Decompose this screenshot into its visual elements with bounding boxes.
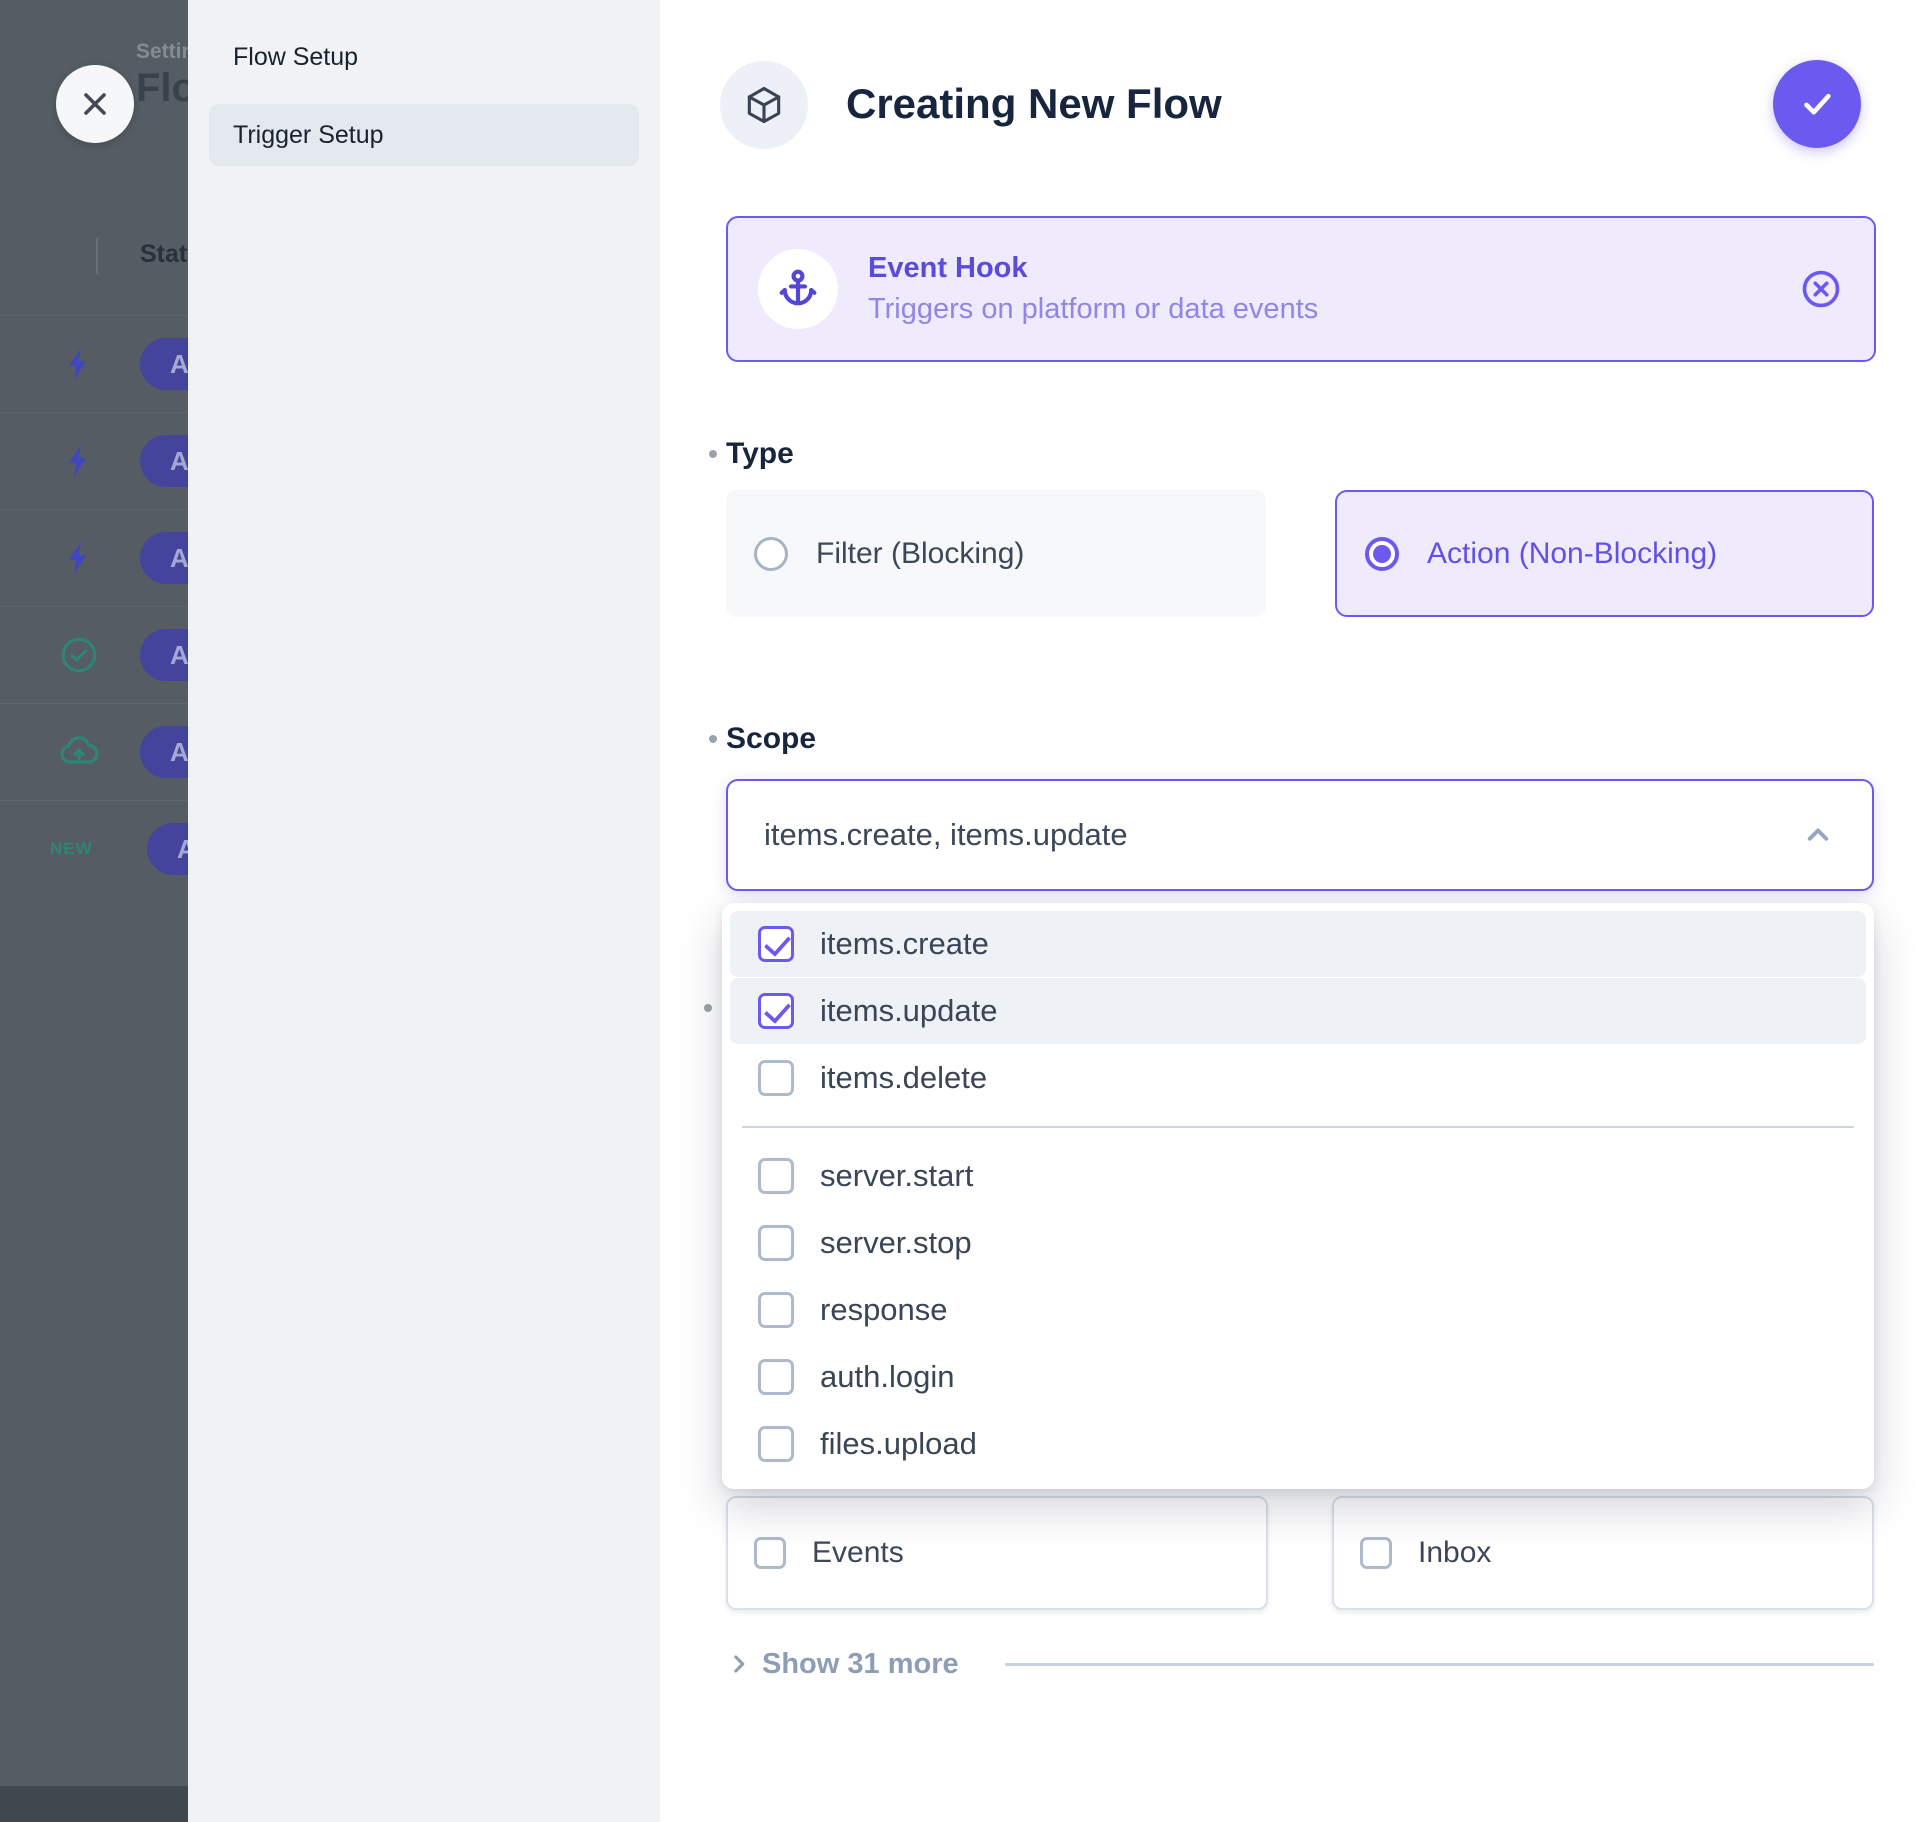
- status-badge: Acti: [140, 629, 188, 681]
- check-icon: [1796, 83, 1838, 125]
- check-circle-icon: [57, 633, 101, 677]
- trigger-icon-circle: [758, 249, 838, 329]
- checkbox-unchecked-icon[interactable]: [758, 1225, 794, 1261]
- circle-x-icon: [1798, 266, 1844, 312]
- checkbox-unchecked-icon[interactable]: [758, 1292, 794, 1328]
- dropdown-divider: [742, 1126, 1854, 1128]
- checkbox-unchecked-icon[interactable]: [758, 1426, 794, 1462]
- checkbox-unchecked-icon[interactable]: [1360, 1537, 1392, 1569]
- background-page-title: Flo: [136, 66, 188, 111]
- scope-option-files-upload[interactable]: files.upload: [730, 1411, 1866, 1477]
- show-more-row: Show 31 more: [726, 1640, 1874, 1688]
- save-button[interactable]: [1773, 60, 1861, 148]
- show-more-link[interactable]: Show 31 more: [762, 1648, 959, 1681]
- new-badge: NEW: [50, 839, 108, 859]
- checkbox-checked-icon[interactable]: [758, 926, 794, 962]
- scope-option-label: items.delete: [820, 1060, 987, 1096]
- scope-option-auth-login[interactable]: auth.login: [730, 1344, 1866, 1410]
- lightning-icon: [57, 342, 101, 386]
- scope-option-items-update[interactable]: items.update: [730, 978, 1866, 1044]
- page-title: Creating New Flow: [846, 80, 1222, 128]
- table-row: NEW Acti: [0, 800, 188, 897]
- lightning-icon: [57, 536, 101, 580]
- remove-trigger-button[interactable]: [1798, 266, 1844, 312]
- drawer-nav-sidebar: Flow Setup Trigger Setup: [188, 0, 660, 1822]
- drawer-header-icon-circle: [720, 61, 808, 149]
- scope-option-label: response: [820, 1292, 948, 1328]
- close-drawer-button[interactable]: [56, 65, 134, 143]
- scope-card-label: Inbox: [1418, 1536, 1491, 1570]
- background-breadcrumb: Settin: [136, 40, 188, 64]
- type-option-action[interactable]: Action (Non-Blocking): [1335, 490, 1874, 617]
- radio-selected-icon[interactable]: [1365, 537, 1399, 571]
- status-badge: Acti: [140, 726, 188, 778]
- scope-option-card-events[interactable]: Events: [726, 1496, 1268, 1610]
- scope-option-label: server.stop: [820, 1225, 972, 1261]
- trigger-card-texts: Event Hook Triggers on platform or data …: [868, 252, 1318, 326]
- nav-item-label: Flow Setup: [233, 43, 358, 72]
- drawer-main-panel: Creating New Flow Event Hook Triggers on…: [660, 0, 1924, 1822]
- type-option-filter[interactable]: Filter (Blocking): [726, 490, 1266, 617]
- close-icon: [77, 86, 113, 122]
- background-footer-bar: [0, 1786, 188, 1822]
- checkbox-unchecked-icon[interactable]: [758, 1158, 794, 1194]
- scope-option-card-inbox[interactable]: Inbox: [1332, 1496, 1874, 1610]
- table-row: Acti: [0, 703, 188, 800]
- status-column-header: Status: [140, 240, 188, 269]
- lightning-icon: [57, 439, 101, 483]
- scope-dropdown-menu: items.create items.update items.delete s…: [722, 903, 1874, 1489]
- type-field-label: Type: [726, 437, 794, 471]
- status-badge: Acti: [140, 435, 188, 487]
- column-divider: [96, 238, 98, 274]
- trigger-type-card[interactable]: Event Hook Triggers on platform or data …: [726, 216, 1876, 362]
- scope-multiselect-input[interactable]: items.create, items.update: [726, 779, 1874, 891]
- trigger-card-title: Event Hook: [868, 252, 1318, 285]
- scope-option-items-delete[interactable]: items.delete: [730, 1045, 1866, 1111]
- scope-card-label: Events: [812, 1536, 904, 1570]
- scope-option-label: items.create: [820, 926, 989, 962]
- status-badge: Acti: [140, 532, 188, 584]
- nav-item-trigger-setup[interactable]: Trigger Setup: [209, 104, 639, 166]
- chevron-up-icon[interactable]: [1800, 817, 1836, 853]
- scope-option-label: items.update: [820, 993, 998, 1029]
- trigger-card-subtitle: Triggers on platform or data events: [868, 293, 1318, 326]
- radio-unselected-icon[interactable]: [754, 537, 788, 571]
- table-row: Acti: [0, 509, 188, 606]
- table-row: Acti: [0, 315, 188, 412]
- status-badge: Acti: [140, 338, 188, 390]
- checkbox-checked-icon[interactable]: [758, 993, 794, 1029]
- scope-option-label: server.start: [820, 1158, 973, 1194]
- checkbox-unchecked-icon[interactable]: [758, 1359, 794, 1395]
- cube-icon: [742, 83, 786, 127]
- table-row: Acti: [0, 606, 188, 703]
- anchor-icon: [776, 267, 820, 311]
- scope-field-label: Scope: [726, 722, 816, 756]
- checkbox-unchecked-icon[interactable]: [758, 1060, 794, 1096]
- scope-option-items-create[interactable]: items.create: [730, 911, 1866, 977]
- scope-option-label: files.upload: [820, 1426, 977, 1462]
- type-option-label: Action (Non-Blocking): [1427, 537, 1717, 571]
- chevron-right-icon[interactable]: [726, 1651, 752, 1677]
- type-option-label: Filter (Blocking): [816, 537, 1024, 571]
- nav-item-label: Trigger Setup: [233, 121, 384, 150]
- scope-input-value: items.create, items.update: [764, 817, 1128, 853]
- scope-option-label: auth.login: [820, 1359, 954, 1395]
- nav-item-flow-setup[interactable]: Flow Setup: [209, 26, 639, 88]
- scope-option-server-stop[interactable]: server.stop: [730, 1210, 1866, 1276]
- cloud-upload-icon: [57, 730, 101, 774]
- dimmed-background-page: Settin Flo Status Acti Acti Acti Acti: [0, 0, 188, 1822]
- table-row: Acti: [0, 412, 188, 509]
- background-table: Acti Acti Acti Acti Acti NEW: [0, 315, 188, 897]
- status-badge: Acti: [147, 823, 188, 875]
- scope-option-server-start[interactable]: server.start: [730, 1143, 1866, 1209]
- show-more-divider: [1005, 1663, 1874, 1666]
- checkbox-unchecked-icon[interactable]: [754, 1537, 786, 1569]
- hidden-field-bullet: [704, 1004, 712, 1012]
- scope-option-response[interactable]: response: [730, 1277, 1866, 1343]
